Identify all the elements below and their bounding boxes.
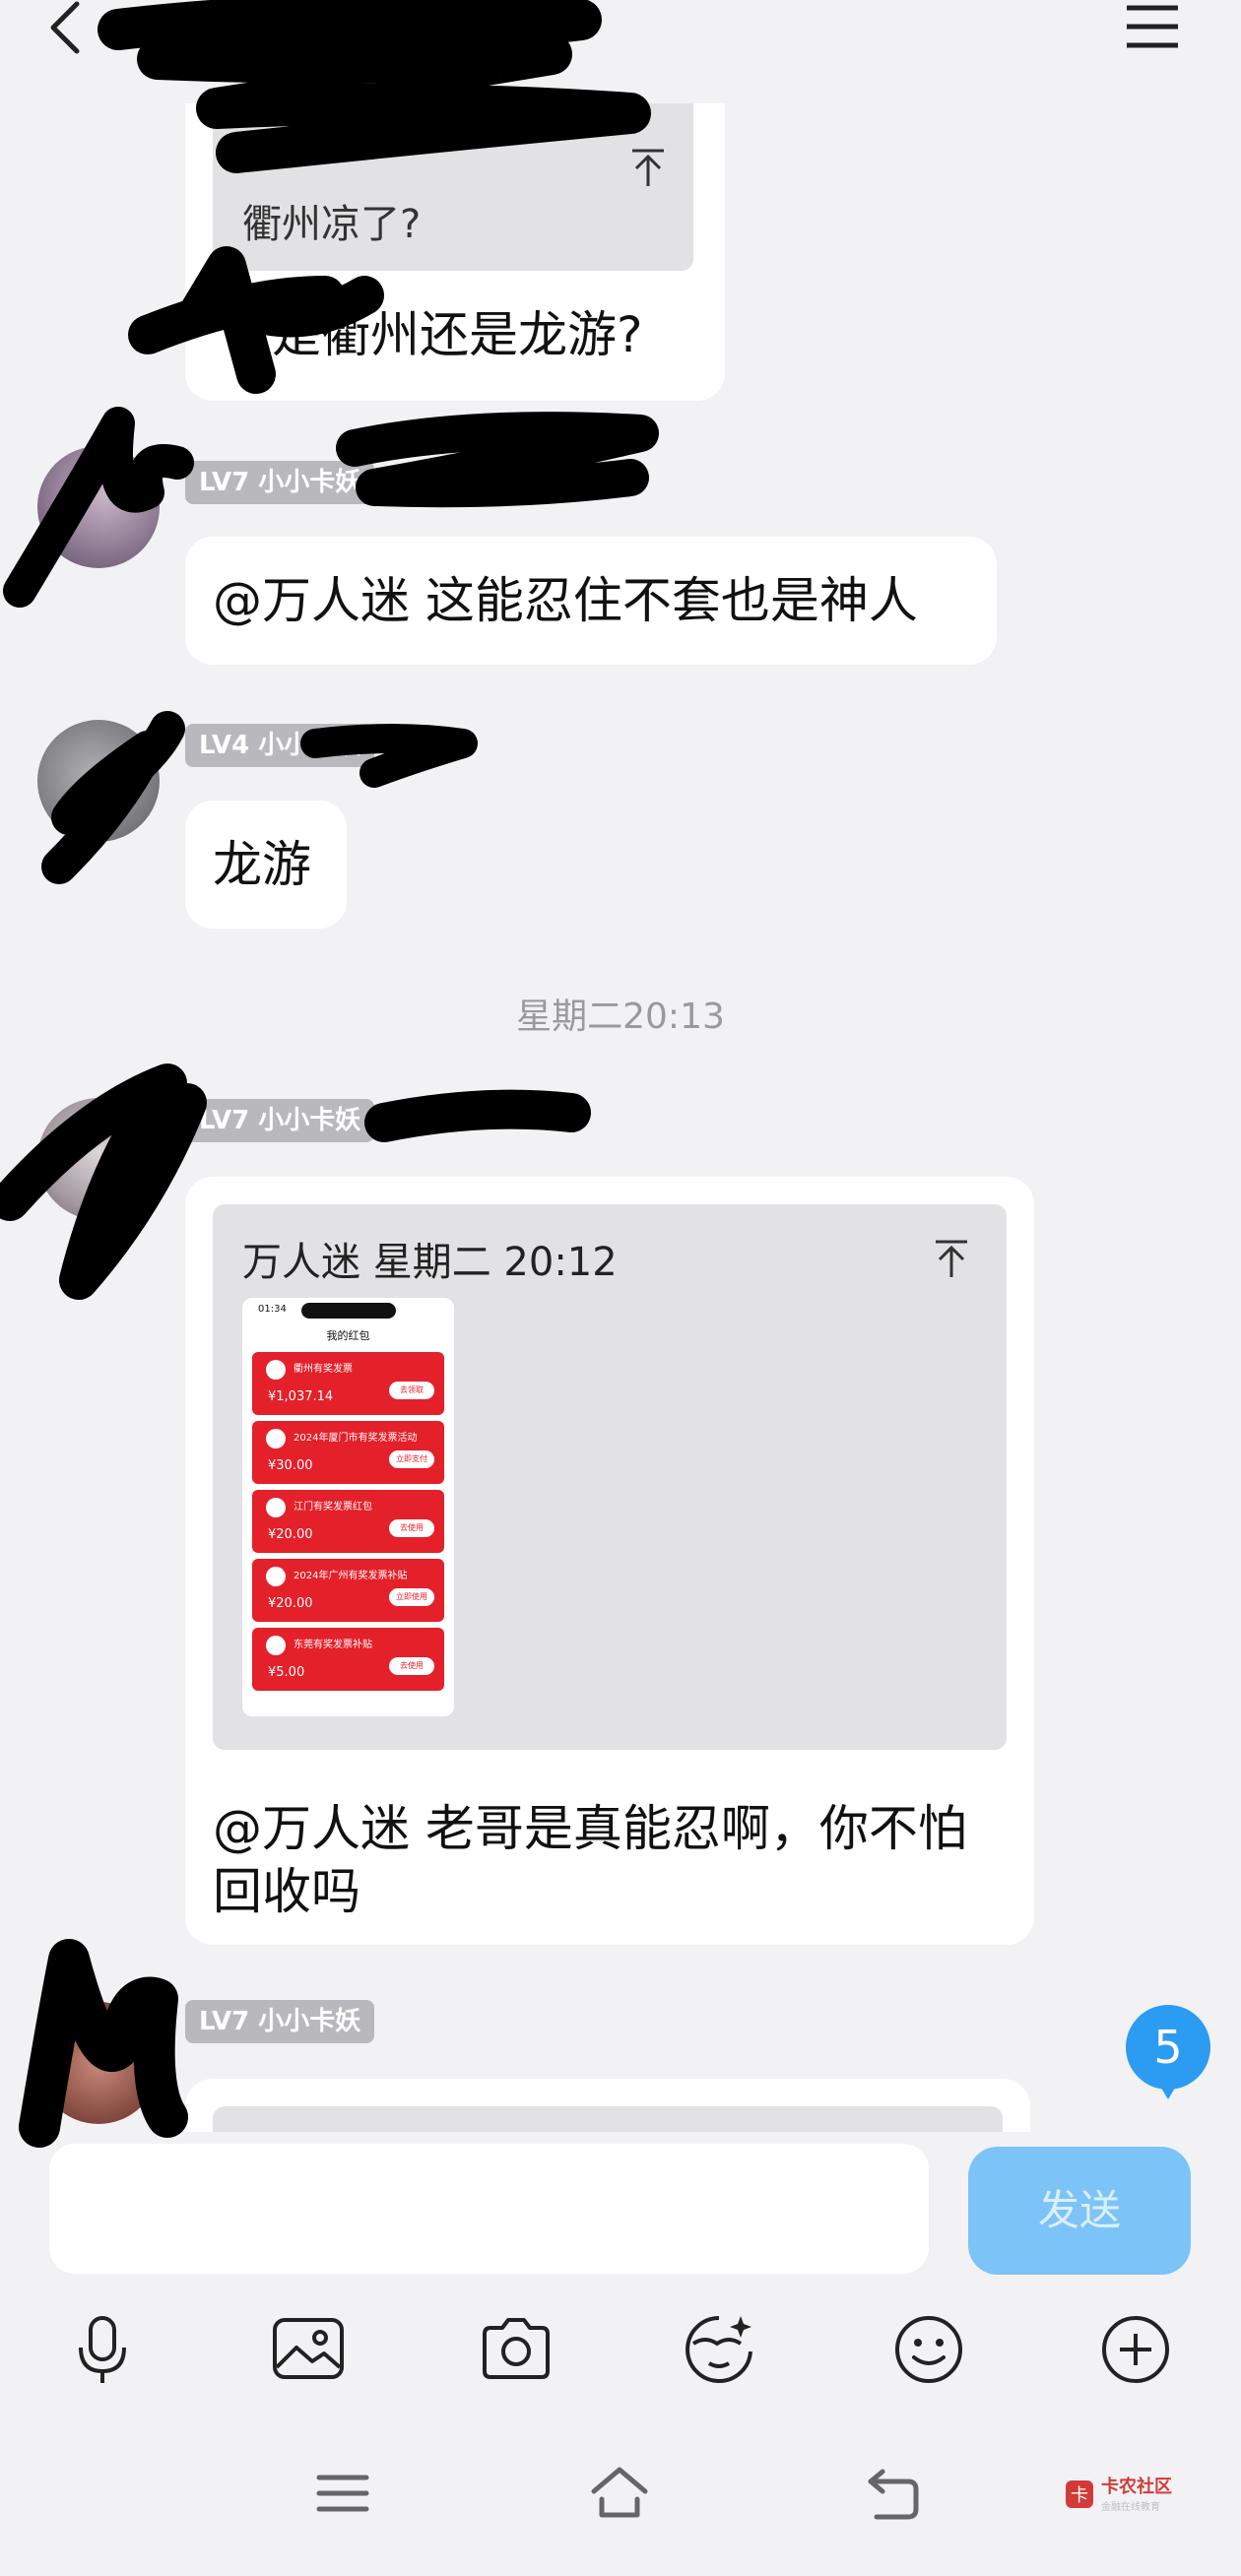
- system-back-icon[interactable]: [861, 2462, 924, 2525]
- unread-count-badge[interactable]: 5: [1126, 2005, 1210, 2090]
- sender-level-tag: LV7 小小卡妖: [185, 461, 375, 504]
- quoted-header: 万人迷 星期二 20:12: [242, 1240, 618, 1285]
- red-packet-amount: ¥1,037.14: [268, 1389, 334, 1404]
- message-bubble[interactable]: 龙游: [185, 801, 347, 929]
- sender-level-tag: LV7 小小卡妖: [185, 1099, 375, 1142]
- jump-to-quote-icon[interactable]: [626, 147, 670, 190]
- red-packet-page-title: 我的红包: [326, 1329, 370, 1342]
- system-menu-icon[interactable]: [311, 2462, 374, 2525]
- red-packet-amount: ¥20.00: [268, 1527, 313, 1542]
- red-packet-button: 去使用: [389, 1657, 434, 1675]
- red-packet-card: 东莞有奖发票补贴 ¥5.00 去使用: [252, 1628, 444, 1691]
- message-bubble[interactable]: 衢州凉了? 是衢州还是龙游?: [185, 103, 725, 401]
- red-packet-button: 去使用: [389, 1519, 434, 1537]
- red-packet-logo-icon: [266, 1498, 286, 1517]
- message-bubble[interactable]: 万人迷 星期二 20:12 01:34 我的红包 衢州有奖发票 ¥1,037.1…: [185, 1177, 1034, 1945]
- red-packet-name: 东莞有奖发票补贴: [294, 1640, 372, 1650]
- red-packet-name: 江门有奖发票红包: [294, 1502, 372, 1513]
- red-packet-amount: ¥30.00: [268, 1458, 313, 1473]
- phone-notch: [301, 1303, 396, 1319]
- message-list[interactable]: 衢州凉了? 是衢州还是龙游? LV7 小小卡妖 @万人迷 这能忍住不套也是神人 …: [0, 103, 1241, 2132]
- system-home-icon[interactable]: [588, 2462, 651, 2525]
- red-packet-logo-icon: [266, 1429, 286, 1449]
- send-button[interactable]: 发送: [968, 2147, 1191, 2275]
- sender-level-tag: LV4 小小卡妖: [185, 724, 375, 767]
- quoted-message[interactable]: 万人迷 星期二 20:12 01:34 我的红包 衢州有奖发票 ¥1,037.1…: [213, 1204, 1007, 1750]
- message-text: @万人迷 老哥是真能忍啊，你不怕 回收吗: [213, 1800, 967, 1920]
- red-packet-button: 立即支付: [389, 1450, 434, 1468]
- red-packet-logo-icon: [266, 1636, 286, 1655]
- emoji-icon[interactable]: [889, 2310, 968, 2389]
- composer-area: 发送 卡 卡农社区 金融在线教育: [0, 2132, 1241, 2576]
- watermark-name: 卡农社区: [1101, 2477, 1172, 2497]
- sticker-icon[interactable]: [680, 2310, 758, 2389]
- back-icon[interactable]: [39, 0, 98, 59]
- quoted-message[interactable]: 衢州凉了?: [213, 103, 693, 271]
- red-packet-card: 江门有奖发票红包 ¥20.00 去使用: [252, 1490, 444, 1553]
- red-packet-name: 衢州有奖发票: [294, 1364, 353, 1375]
- message-text: 龙游: [213, 836, 311, 893]
- message-bubble[interactable]: [185, 2079, 1030, 2132]
- quoted-message[interactable]: [213, 2106, 1003, 2132]
- watermark-tagline: 金融在线教育: [1101, 2502, 1160, 2513]
- avatar[interactable]: [37, 446, 160, 568]
- image-icon[interactable]: [269, 2310, 348, 2389]
- watermark: 卡 卡农社区 金融在线教育: [1064, 2473, 1211, 2522]
- avatar[interactable]: [37, 1098, 160, 1220]
- kanong-logo-icon: 卡: [1066, 2480, 1093, 2508]
- red-packet-card: 2024年厦门市有奖发票活动 ¥30.00 立即支付: [252, 1421, 444, 1484]
- timestamp: 星期二20:13: [516, 997, 725, 1037]
- quoted-text: 衢州凉了?: [242, 202, 422, 247]
- message-text: @万人迷 这能忍住不套也是神人: [213, 572, 918, 629]
- red-packet-card: 衢州有奖发票 ¥1,037.14 去领取: [252, 1352, 444, 1415]
- message-text: 是衢州还是龙游?: [272, 306, 643, 363]
- sender-level-tag: LV7 小小卡妖: [185, 2000, 375, 2043]
- quoted-image[interactable]: 01:34 我的红包 衢州有奖发票 ¥1,037.14 去领取 2024年厦门市…: [242, 1298, 454, 1716]
- red-packet-name: 2024年厦门市有奖发票活动: [294, 1433, 418, 1444]
- red-packet-logo-icon: [266, 1360, 286, 1380]
- red-packet-card: 2024年广州有奖发票补贴 ¥20.00 立即使用: [252, 1559, 444, 1622]
- svg-text:卡: 卡: [1071, 2485, 1088, 2506]
- camera-icon[interactable]: [477, 2310, 555, 2389]
- menu-icon[interactable]: [1123, 2, 1182, 51]
- jump-to-quote-icon[interactable]: [930, 1238, 973, 1281]
- message-bubble[interactable]: @万人迷 这能忍住不套也是神人: [185, 537, 997, 665]
- microphone-icon[interactable]: [63, 2310, 142, 2389]
- avatar[interactable]: [37, 720, 160, 842]
- red-packet-button: 去领取: [389, 1382, 434, 1399]
- red-packet-amount: ¥20.00: [268, 1596, 313, 1611]
- top-bar: [0, 0, 1241, 103]
- message-input[interactable]: [49, 2144, 929, 2274]
- red-packet-name: 2024年广州有奖发票补贴: [294, 1571, 408, 1581]
- red-packet-amount: ¥5.00: [268, 1665, 305, 1680]
- plus-circle-icon[interactable]: [1096, 2310, 1175, 2389]
- status-time: 01:34: [258, 1304, 287, 1315]
- avatar[interactable]: [37, 2002, 160, 2124]
- red-packet-logo-icon: [266, 1567, 286, 1586]
- red-packet-button: 立即使用: [389, 1588, 434, 1606]
